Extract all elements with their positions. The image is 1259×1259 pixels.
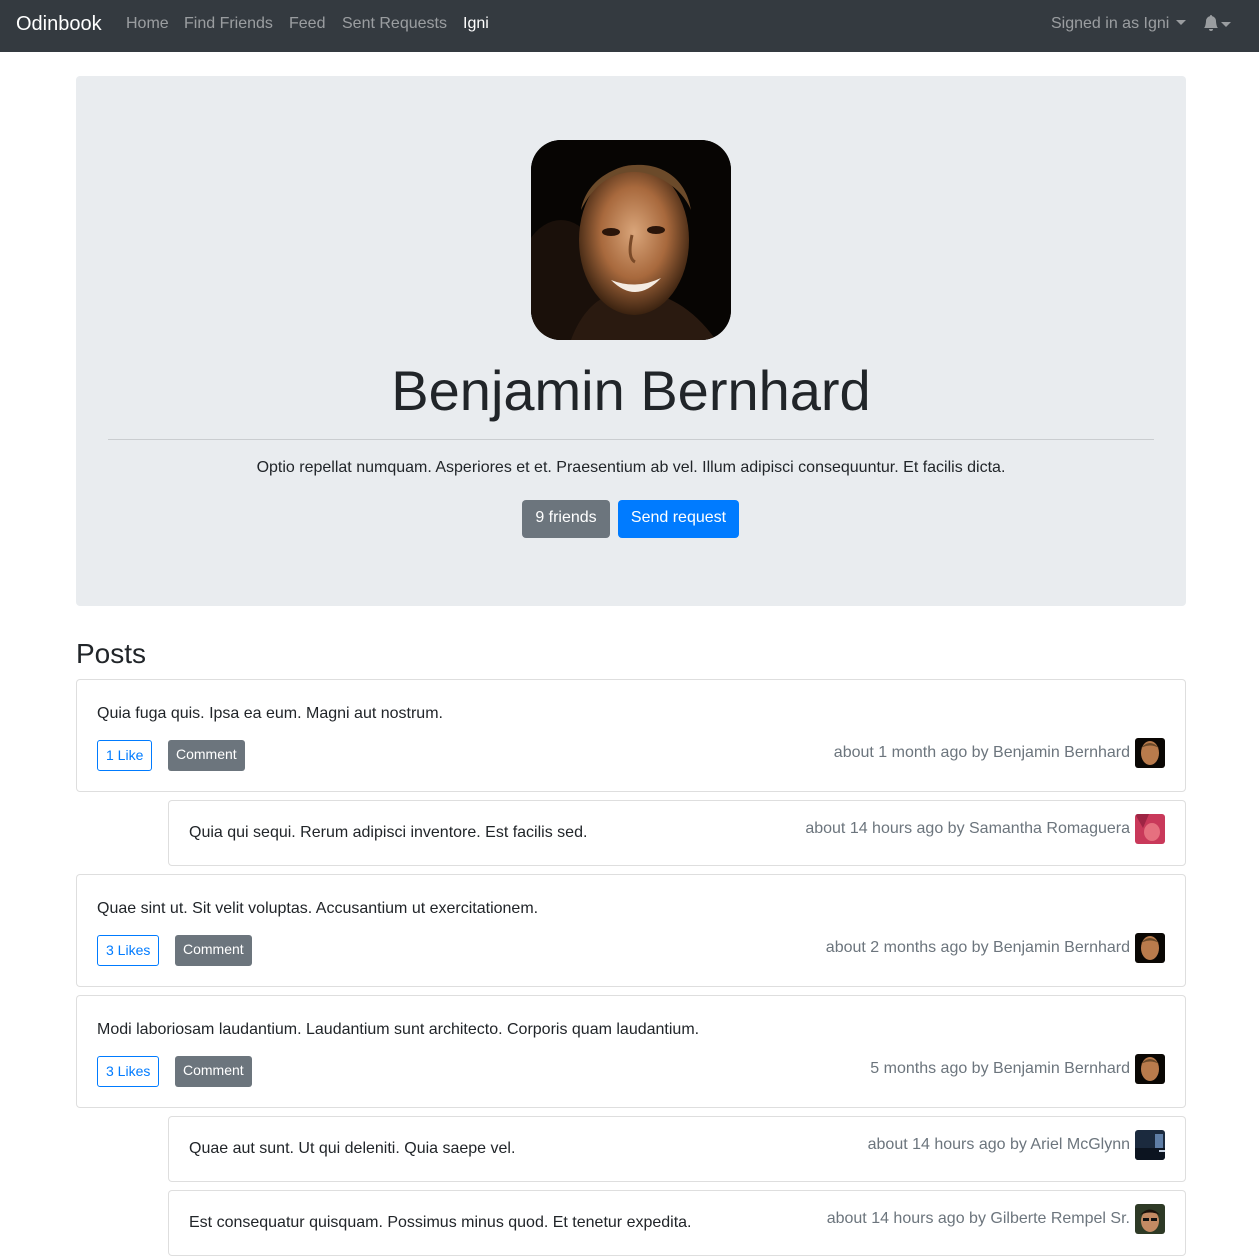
friends-button[interactable]: 9 friends	[522, 500, 610, 538]
post-text: Quia fuga quis. Ipsa ea eum. Magni aut n…	[97, 705, 443, 722]
profile-name: Benjamin Bernhard	[391, 359, 871, 422]
navbar: Odinbook Home Find Friends Feed Sent Req…	[0, 0, 1259, 52]
post-author[interactable]: about 1 month ago by Benjamin Bernhard	[834, 743, 1130, 763]
profile-header: Benjamin Bernhard Optio repellat numquam…	[76, 76, 1186, 606]
nav-home[interactable]: Home	[126, 14, 169, 34]
post-meta: 5 months ago by Benjamin Bernhard	[870, 1054, 1165, 1084]
comment-meta: about 14 hours ago by Ariel McGlynn	[868, 1130, 1165, 1160]
like-button[interactable]: 1 Like	[97, 740, 153, 771]
author-avatar	[1135, 933, 1165, 963]
comment-text: Quia qui sequi. Rerum adipisci inventore…	[189, 824, 588, 841]
post-author[interactable]: about 2 months ago by Benjamin Bernhard	[826, 938, 1130, 958]
nav-profile-igni[interactable]: Igni	[463, 14, 489, 34]
user-dropdown[interactable]: Signed in as Igni	[1051, 14, 1187, 34]
author-avatar	[1135, 814, 1165, 844]
like-button[interactable]: 3 Likes	[97, 935, 160, 966]
post-author[interactable]: 5 months ago by Benjamin Bernhard	[870, 1059, 1130, 1079]
author-avatar	[1135, 1054, 1165, 1084]
post-text: Quae sint ut. Sit velit voluptas. Accusa…	[97, 900, 539, 917]
post-meta: about 1 month ago by Benjamin Bernhard	[834, 738, 1165, 768]
bell-icon	[1204, 15, 1218, 31]
chevron-down-icon	[1176, 20, 1187, 25]
comment-button[interactable]: Comment	[175, 935, 252, 966]
nav-sent-requests[interactable]: Sent Requests	[342, 14, 447, 34]
divider	[108, 439, 1154, 440]
comment-card: Quia qui sequi. Rerum adipisci inventore…	[168, 800, 1186, 866]
post-card: Modi laboriosam laudantium. Laudantium s…	[76, 995, 1186, 1108]
comment-author[interactable]: about 14 hours ago by Samantha Romaguera	[805, 819, 1130, 839]
comment-meta: about 14 hours ago by Samantha Romaguera	[805, 814, 1165, 844]
signed-in-label: Signed in as Igni	[1051, 15, 1170, 32]
comment-author[interactable]: about 14 hours ago by Gilberte Rempel Sr…	[827, 1209, 1130, 1229]
post-meta: about 2 months ago by Benjamin Bernhard	[826, 933, 1165, 963]
comment-meta: about 14 hours ago by Gilberte Rempel Sr…	[827, 1204, 1165, 1234]
author-avatar	[1135, 1204, 1165, 1234]
profile-photo	[531, 140, 731, 340]
chevron-down-icon	[1221, 22, 1231, 27]
comment-text: Est consequatur quisquam. Possimus minus…	[189, 1214, 692, 1231]
comment-text: Quae aut sunt. Ut qui deleniti. Quia sae…	[189, 1140, 516, 1157]
send-request-button[interactable]: Send request	[618, 500, 739, 538]
author-avatar	[1135, 738, 1165, 768]
notifications-dropdown[interactable]	[1203, 14, 1239, 36]
author-avatar	[1135, 1130, 1165, 1160]
post-card: Quae sint ut. Sit velit voluptas. Accusa…	[76, 874, 1186, 987]
comment-author[interactable]: about 14 hours ago by Ariel McGlynn	[868, 1135, 1130, 1155]
posts-heading: Posts	[76, 638, 147, 669]
post-text: Modi laboriosam laudantium. Laudantium s…	[97, 1021, 700, 1038]
comment-button[interactable]: Comment	[168, 740, 245, 771]
post-card: Quia fuga quis. Ipsa ea eum. Magni aut n…	[76, 679, 1186, 792]
profile-bio: Optio repellat numquam. Asperiores et et…	[256, 459, 1006, 476]
profile-avatar	[531, 140, 731, 340]
like-button[interactable]: 3 Likes	[97, 1056, 160, 1087]
comment-card: Quae aut sunt. Ut qui deleniti. Quia sae…	[168, 1116, 1186, 1182]
nav-feed[interactable]: Feed	[289, 14, 325, 34]
comment-card: Est consequatur quisquam. Possimus minus…	[168, 1190, 1186, 1256]
nav-find-friends[interactable]: Find Friends	[184, 14, 273, 34]
comment-button[interactable]: Comment	[175, 1056, 252, 1087]
brand-link[interactable]: Odinbook	[16, 12, 102, 36]
